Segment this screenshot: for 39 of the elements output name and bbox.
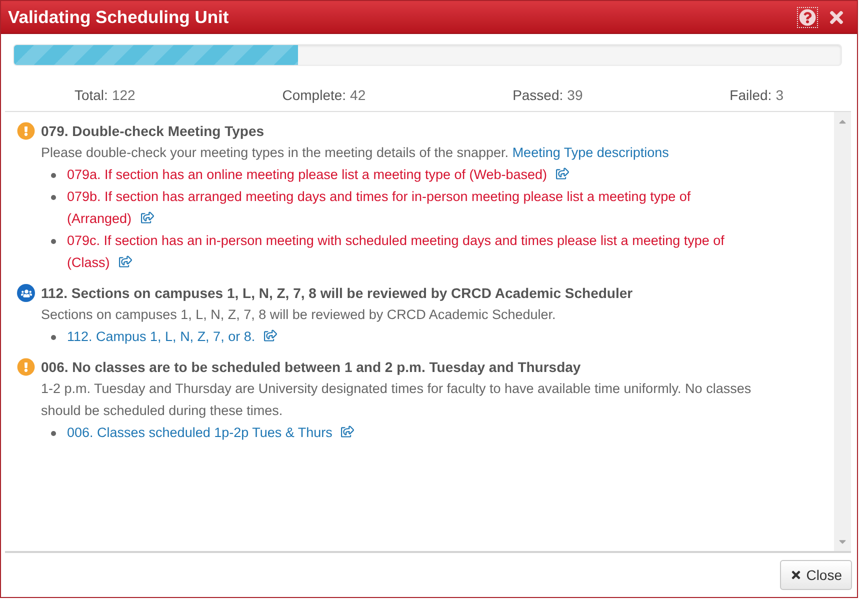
rule-description: 1-2 p.m. Tuesday and Thursday are University designated times for faculty to have available time uniformly. No classes should be scheduled during these times. xyxy=(41,380,752,420)
bullet-icon xyxy=(51,239,56,244)
warning-icon xyxy=(17,122,35,140)
stat-value: 3 xyxy=(776,86,784,105)
rule-title: 079. Double-check Meeting Types xyxy=(41,122,266,141)
stat-value: 39 xyxy=(567,86,583,105)
rule-description: Please double-check your meeting types in the meeting details of the snapper. Meeting Type descriptions xyxy=(41,144,670,162)
rule-item-link[interactable]: 079a. If section has an online meeting please list a meeting type of (Web-based) xyxy=(67,164,570,186)
scrollbar-track[interactable] xyxy=(834,112,851,551)
description-link[interactable]: Meeting Type descriptions xyxy=(512,145,669,160)
stat-label: Complete: xyxy=(282,86,346,105)
close-icon xyxy=(790,569,802,581)
rule-item-link[interactable]: 006. Classes scheduled 1p-2p Tues & Thurs xyxy=(67,422,354,444)
warning-icon xyxy=(17,358,35,376)
bullet-icon xyxy=(51,173,56,178)
rule-item-link[interactable]: 079b. If section has arranged meeting days and times for in-person meeting please list a meeting type of (Arranged) xyxy=(67,186,747,230)
stat-label: Total: xyxy=(74,86,108,105)
bullet-icon xyxy=(51,195,56,200)
rule-item-link[interactable]: 079c. If section has an in-person meeting with scheduled meeting days and times please list a meeting type of (Class) xyxy=(67,230,747,274)
rule-title: 112. Sections on campuses 1, L, N, Z, 7, 8 will be reviewed by CRCD Academic Scheduler xyxy=(41,284,634,303)
external-link-icon xyxy=(556,167,570,180)
group-icon xyxy=(17,284,35,302)
bullet-icon xyxy=(51,335,56,340)
stat-label: Failed: xyxy=(730,86,772,105)
external-link-icon xyxy=(341,425,354,438)
dialog-title: Validating Scheduling Unit xyxy=(8,6,229,28)
help-icon xyxy=(799,8,816,26)
external-link-icon xyxy=(140,211,154,224)
help-button[interactable] xyxy=(797,6,818,28)
rule-title: 006. No classes are to be scheduled between 1 and 2 p.m. Tuesday and Thursday xyxy=(41,358,582,377)
stat-value: 42 xyxy=(350,86,366,105)
rule-description: Sections on campuses 1, L, N, Z, 7, 8 will be reviewed by CRCD Academic Scheduler. xyxy=(41,306,557,324)
rule-item-link[interactable]: 112. Campus 1, L, N, Z, 7, or 8. xyxy=(67,326,278,348)
bullet-icon xyxy=(51,431,56,436)
stat-value: 122 xyxy=(112,86,136,105)
stat-label: Passed: xyxy=(512,86,564,105)
close-button[interactable]: Close xyxy=(780,560,852,590)
external-link-icon xyxy=(264,329,278,342)
external-link-icon xyxy=(118,255,132,268)
